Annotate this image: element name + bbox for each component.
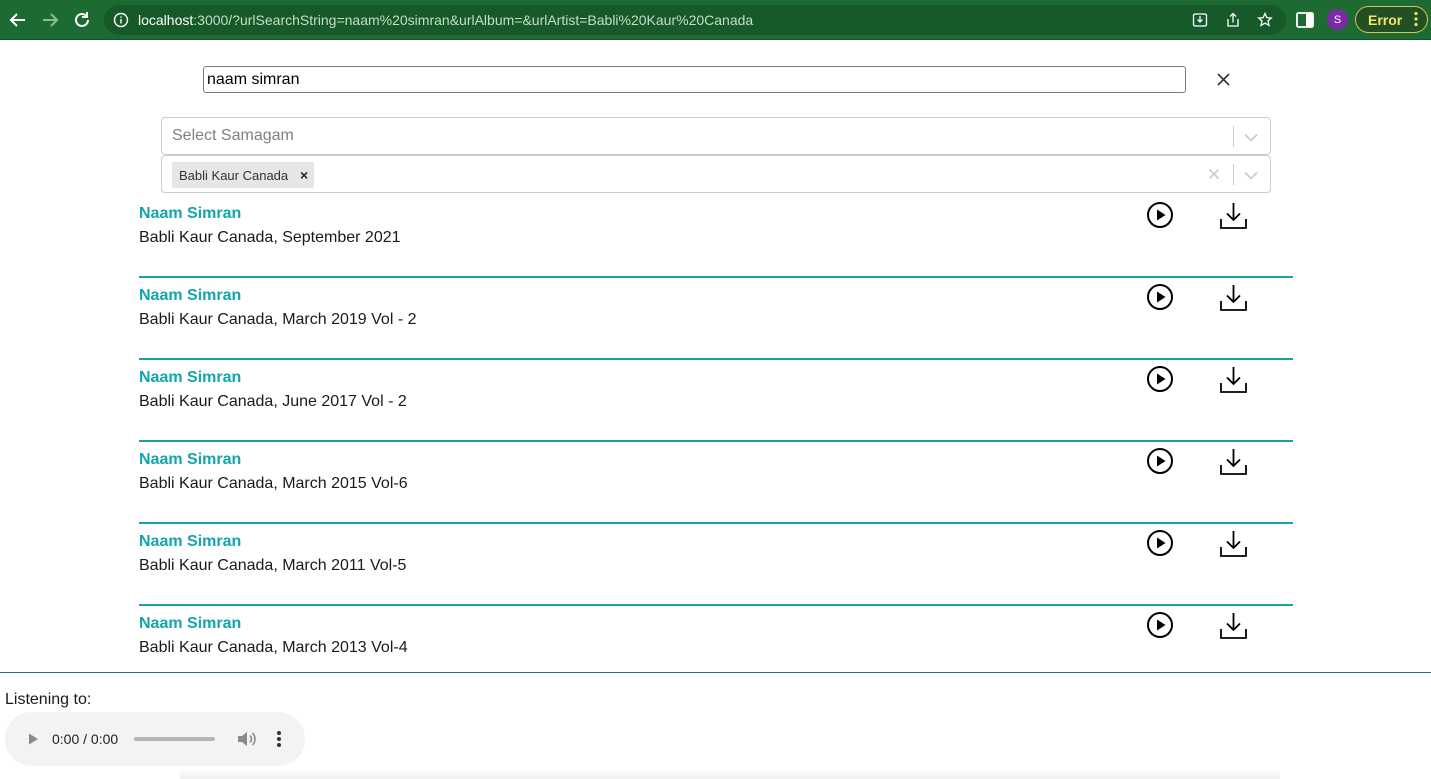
result-title[interactable]: Naam Simran <box>139 287 241 305</box>
result-subtitle: Babli Kaur Canada, March 2019 Vol - 2 <box>139 311 417 328</box>
results-list: Naam Simran Babli Kaur Canada, September … <box>139 196 1293 688</box>
reload-button[interactable] <box>70 8 94 32</box>
play-circle-icon[interactable] <box>1146 529 1174 557</box>
address-bar[interactable]: localhost:3000/?urlSearchString=naam%20s… <box>104 5 1286 35</box>
download-icon[interactable] <box>1219 201 1248 230</box>
download-icon[interactable] <box>1219 283 1248 312</box>
audio-player: 0:00 / 0:00 <box>5 712 305 766</box>
result-title[interactable]: Naam Simran <box>139 533 241 551</box>
error-label: Error <box>1368 11 1403 28</box>
chip-remove-button[interactable]: × <box>294 162 314 188</box>
clear-icon[interactable] <box>1206 166 1222 182</box>
result-subtitle: Babli Kaur Canada, June 2017 Vol - 2 <box>139 393 407 410</box>
player-divider <box>0 672 1431 673</box>
result-row: Naam Simran Babli Kaur Canada, September … <box>139 196 1293 278</box>
artist-select[interactable]: Babli Kaur Canada × <box>161 155 1271 193</box>
bottom-shadow <box>180 768 1280 779</box>
close-icon[interactable] <box>1214 70 1233 89</box>
download-icon[interactable] <box>1219 611 1248 640</box>
result-row: Naam Simran Babli Kaur Canada, June 2017 … <box>139 360 1293 442</box>
play-circle-icon[interactable] <box>1146 283 1174 311</box>
select-separator <box>1233 164 1234 185</box>
play-circle-icon[interactable] <box>1146 447 1174 475</box>
info-icon[interactable] <box>113 12 129 28</box>
result-row: Naam Simran Babli Kaur Canada, March 2015… <box>139 442 1293 524</box>
result-subtitle: Babli Kaur Canada, September 2021 <box>139 229 401 246</box>
result-title[interactable]: Naam Simran <box>139 451 241 469</box>
result-title[interactable]: Naam Simran <box>139 205 241 223</box>
url-text: localhost:3000/?urlSearchString=naam%20s… <box>138 12 753 28</box>
seek-bar[interactable] <box>134 737 215 741</box>
download-icon[interactable] <box>1219 529 1248 558</box>
play-icon[interactable] <box>26 732 40 746</box>
result-title[interactable]: Naam Simran <box>139 369 241 387</box>
play-circle-icon[interactable] <box>1146 365 1174 393</box>
result-row: Naam Simran Babli Kaur Canada, March 2013… <box>139 606 1293 688</box>
chevron-down-icon[interactable] <box>1242 166 1260 184</box>
download-icon[interactable] <box>1219 365 1248 394</box>
back-icon <box>9 13 25 27</box>
install-icon[interactable] <box>1192 12 1208 28</box>
sidebar-icon[interactable] <box>1295 10 1315 30</box>
browser-toolbar: localhost:3000/?urlSearchString=naam%20s… <box>0 0 1431 40</box>
artist-chip: Babli Kaur Canada × <box>172 162 315 188</box>
result-subtitle: Babli Kaur Canada, March 2015 Vol-6 <box>139 475 408 492</box>
search-input[interactable] <box>203 66 1186 93</box>
download-icon[interactable] <box>1219 447 1248 476</box>
url-host: localhost <box>138 12 194 28</box>
bookmark-star-icon[interactable] <box>1257 12 1273 28</box>
artist-chip-label: Babli Kaur Canada <box>179 167 289 183</box>
samagam-placeholder: Select Samagam <box>172 127 294 144</box>
share-icon[interactable] <box>1225 12 1241 28</box>
back-button[interactable] <box>6 8 30 32</box>
error-button[interactable]: Error <box>1355 6 1428 33</box>
chevron-down-icon[interactable] <box>1242 128 1260 146</box>
kebab-menu-icon <box>1414 11 1418 27</box>
listening-label: Listening to: <box>5 691 92 708</box>
profile-avatar[interactable]: S <box>1327 9 1348 30</box>
forward-icon <box>43 13 59 27</box>
result-subtitle: Babli Kaur Canada, March 2013 Vol-4 <box>139 639 408 656</box>
more-options-icon[interactable] <box>276 730 282 748</box>
samagam-select[interactable]: Select Samagam <box>161 117 1271 155</box>
url-path: :3000/?urlSearchString=naam%20simran&url… <box>193 12 754 28</box>
result-subtitle: Babli Kaur Canada, March 2011 Vol-5 <box>139 557 407 574</box>
forward-button[interactable] <box>38 8 62 32</box>
volume-icon[interactable] <box>236 730 256 748</box>
result-row: Naam Simran Babli Kaur Canada, March 2011… <box>139 524 1293 606</box>
reload-icon <box>75 12 89 27</box>
result-title[interactable]: Naam Simran <box>139 615 241 633</box>
select-separator <box>1233 126 1234 147</box>
time-display: 0:00 / 0:00 <box>52 731 119 747</box>
result-row: Naam Simran Babli Kaur Canada, March 2019… <box>139 278 1293 360</box>
play-circle-icon[interactable] <box>1146 201 1174 229</box>
play-circle-icon[interactable] <box>1146 611 1174 639</box>
